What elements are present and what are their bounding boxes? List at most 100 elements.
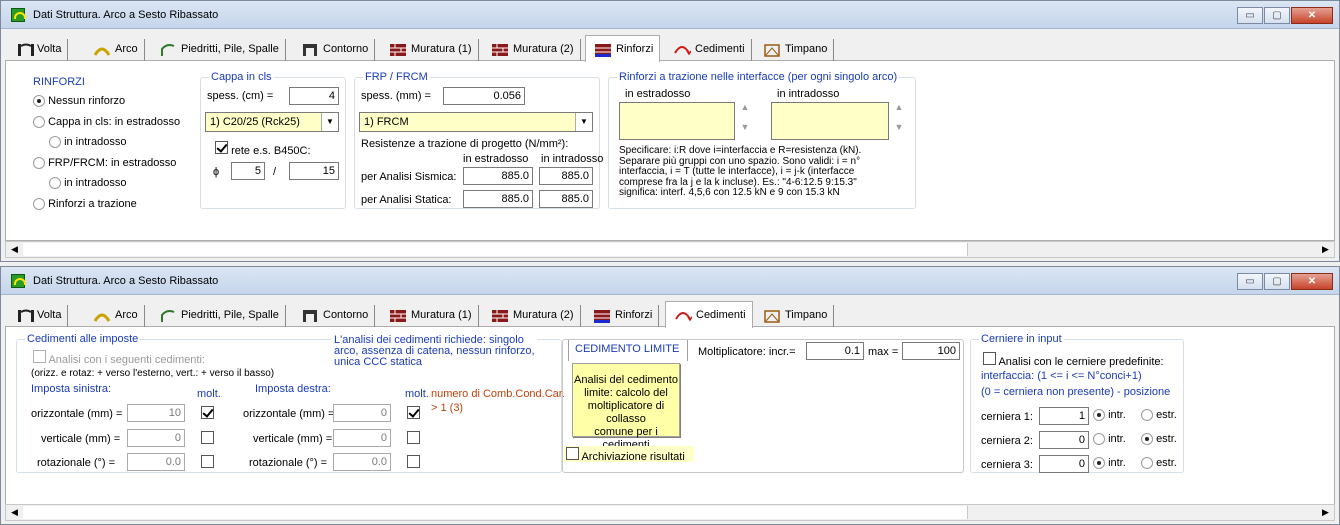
incr-input[interactable]: 0.1 bbox=[806, 342, 864, 360]
frp-material-select[interactable]: 1) FRCM ▼ bbox=[359, 112, 593, 132]
radio-cappa-intradosso[interactable]: in intradosso bbox=[49, 136, 126, 149]
scrollbar-thumb[interactable] bbox=[23, 506, 968, 519]
interfacce-estradosso-textarea[interactable] bbox=[619, 102, 735, 140]
scroll-right-icon[interactable]: ▶ bbox=[1317, 242, 1334, 257]
sx-orizzontale-molt-checkbox[interactable] bbox=[201, 406, 214, 422]
rebar-spacing-input[interactable]: 15 bbox=[289, 162, 339, 180]
cerniera-2-intr-radio[interactable]: intr. bbox=[1093, 433, 1126, 446]
sx-rotazionale-molt-checkbox[interactable] bbox=[201, 455, 214, 471]
statica-estradosso-input[interactable]: 885.0 bbox=[463, 190, 533, 208]
ccc-note-1: numero di Comb.Cond.Car. bbox=[431, 388, 565, 400]
dx-rotazionale-molt-checkbox[interactable] bbox=[407, 455, 420, 471]
tab-timpano[interactable]: Timpano bbox=[755, 39, 835, 61]
horizontal-scrollbar[interactable]: ◀ ▶ bbox=[5, 241, 1335, 258]
rete-checkbox[interactable]: rete e.s. B450C: bbox=[215, 141, 311, 157]
tab-muratura-1[interactable]: Muratura (1) bbox=[381, 39, 479, 61]
radio-frp-intradosso[interactable]: in intradosso bbox=[49, 177, 126, 190]
checkbox-box bbox=[983, 352, 996, 365]
minimize-button[interactable]: ▭ bbox=[1237, 7, 1263, 24]
restore-button[interactable]: ▢ bbox=[1264, 273, 1290, 290]
tab-volta[interactable]: Volta bbox=[9, 39, 69, 61]
radio-rinforzi-trazione[interactable]: Rinforzi a trazione bbox=[33, 198, 137, 211]
scroll-left-icon[interactable]: ◀ bbox=[6, 242, 23, 257]
dx-orizzontale-input[interactable]: 0 bbox=[333, 404, 391, 422]
analisi-cedimento-limite-button[interactable]: Analisi del cedimento limite: calcolo de… bbox=[572, 363, 680, 464]
tab-muratura-2[interactable]: Muratura (2) bbox=[483, 305, 581, 327]
tab-muratura-2[interactable]: Muratura (2) bbox=[483, 39, 581, 61]
interfacce-group: Rinforzi a trazione nelle interfacce (pe… bbox=[608, 71, 916, 209]
rebar-diameter-input[interactable]: 5 bbox=[231, 162, 265, 180]
tab-contorno[interactable]: Contorno bbox=[293, 39, 376, 61]
close-button[interactable]: ✕ bbox=[1291, 7, 1333, 24]
cerniera-1-input[interactable]: 1 bbox=[1039, 407, 1089, 425]
cappa-spess-input[interactable]: 4 bbox=[289, 87, 339, 105]
tab-cedimenti[interactable]: Cedimenti bbox=[665, 39, 752, 61]
intradosso-scrollbar[interactable]: ▲ ▼ bbox=[891, 102, 907, 140]
cappa-spess-label: spess. (cm) = bbox=[207, 90, 274, 102]
dx-rotazionale-input[interactable]: 0.0 bbox=[333, 453, 391, 471]
dx-verticale-molt-checkbox[interactable] bbox=[407, 431, 420, 447]
cerniere-predefinite-checkbox[interactable]: Analisi con le cerniere predefinite: bbox=[983, 352, 1164, 368]
radio-cappa-estradosso[interactable]: Cappa in cls: in estradosso bbox=[33, 116, 180, 129]
cerniera-1-estr-radio[interactable]: estr. bbox=[1141, 409, 1177, 422]
cerniere-interfaccia-note: interfaccia: (1 <= i <= N°conci+1) bbox=[981, 370, 1142, 382]
title-bar[interactable]: Dati Struttura. Arco a Sesto Ribassato ▭… bbox=[1, 1, 1339, 29]
tab-arco[interactable]: Arco bbox=[85, 305, 145, 327]
statica-label: per Analisi Statica: bbox=[361, 194, 452, 206]
scroll-left-icon[interactable]: ◀ bbox=[6, 505, 23, 520]
scrollbar-thumb[interactable] bbox=[23, 243, 968, 256]
tab-volta[interactable]: Volta bbox=[9, 305, 69, 327]
tab-arco[interactable]: Arco bbox=[85, 39, 145, 61]
radio-nessun-rinforzo[interactable]: Nessun rinforzo bbox=[33, 95, 125, 108]
sx-verticale-label: verticale (mm) = bbox=[41, 433, 121, 445]
col-intradosso: in intradosso bbox=[541, 153, 604, 165]
interfacce-help-text: Specificare: i:R dove i=interfaccia e R=… bbox=[619, 145, 862, 198]
cerniera-2-estr-radio[interactable]: estr. bbox=[1141, 433, 1177, 446]
tab-contorno[interactable]: Contorno bbox=[293, 305, 376, 327]
concrete-class-select[interactable]: 1) C20/25 (Rck25) ▼ bbox=[205, 112, 339, 132]
cerniera-3-input[interactable]: 0 bbox=[1039, 455, 1089, 473]
radio-dot bbox=[33, 157, 45, 170]
max-input[interactable]: 100 bbox=[902, 342, 960, 360]
checkbox-box bbox=[407, 455, 420, 468]
sx-rotazionale-input[interactable]: 0.0 bbox=[127, 453, 185, 471]
estradosso-scrollbar[interactable]: ▲ ▼ bbox=[737, 102, 753, 140]
scroll-right-icon[interactable]: ▶ bbox=[1317, 505, 1334, 520]
cerniera-3-estr-radio[interactable]: estr. bbox=[1141, 457, 1177, 470]
title-bar[interactable]: Dati Struttura. Arco a Sesto Ribassato ▭… bbox=[1, 267, 1339, 295]
interfacce-intradosso-textarea[interactable] bbox=[771, 102, 889, 140]
tab-piedritti[interactable]: Piedritti, Pile, Spalle bbox=[151, 305, 286, 327]
close-button[interactable]: ✕ bbox=[1291, 273, 1333, 290]
cerniera-3-label: cerniera 3: bbox=[981, 459, 1033, 471]
sismica-estradosso-input[interactable]: 885.0 bbox=[463, 167, 533, 185]
frp-spess-input[interactable]: 0.056 bbox=[443, 87, 525, 105]
radio-frp-estradosso[interactable]: FRP/FRCM: in estradosso bbox=[33, 157, 176, 170]
tab-rinforzi[interactable]: Rinforzi bbox=[585, 305, 660, 327]
sx-verticale-input[interactable]: 0 bbox=[127, 429, 185, 447]
cerniera-1-intr-radio[interactable]: intr. bbox=[1093, 409, 1126, 422]
tab-timpano[interactable]: Timpano bbox=[755, 305, 835, 327]
restore-button[interactable]: ▢ bbox=[1264, 7, 1290, 24]
sx-rotazionale-label: rotazionale (°) = bbox=[37, 457, 116, 469]
rinforzi-panel: RINFORZI Nessun rinforzo Cappa in cls: i… bbox=[5, 61, 1335, 241]
pier-icon bbox=[161, 44, 175, 56]
dx-orizzontale-molt-checkbox[interactable] bbox=[407, 406, 420, 422]
dx-verticale-input[interactable]: 0 bbox=[333, 429, 391, 447]
sx-verticale-molt-checkbox[interactable] bbox=[201, 431, 214, 447]
tab-cedimenti[interactable]: Cedimenti bbox=[665, 301, 753, 328]
statica-intradosso-input[interactable]: 885.0 bbox=[539, 190, 593, 208]
cerniera-2-input[interactable]: 0 bbox=[1039, 431, 1089, 449]
minimize-button[interactable]: ▭ bbox=[1237, 273, 1263, 290]
sismica-intradosso-input[interactable]: 885.0 bbox=[539, 167, 593, 185]
tab-piedritti[interactable]: Piedritti, Pile, Spalle bbox=[151, 39, 286, 61]
analisi-cedimenti-checkbox[interactable]: Analisi con i seguenti cedimenti: bbox=[33, 350, 205, 366]
pier-icon bbox=[161, 310, 175, 322]
radio-dot bbox=[49, 177, 61, 190]
sx-orizzontale-input[interactable]: 10 bbox=[127, 404, 185, 422]
cerniera-3-intr-radio[interactable]: intr. bbox=[1093, 457, 1126, 470]
max-label: max = bbox=[868, 346, 899, 358]
archiviazione-checkbox[interactable]: Archiviazione risultati bbox=[564, 446, 694, 463]
tab-rinforzi[interactable]: Rinforzi bbox=[585, 35, 661, 62]
horizontal-scrollbar[interactable]: ◀ ▶ bbox=[5, 504, 1335, 521]
tab-muratura-1[interactable]: Muratura (1) bbox=[381, 305, 479, 327]
